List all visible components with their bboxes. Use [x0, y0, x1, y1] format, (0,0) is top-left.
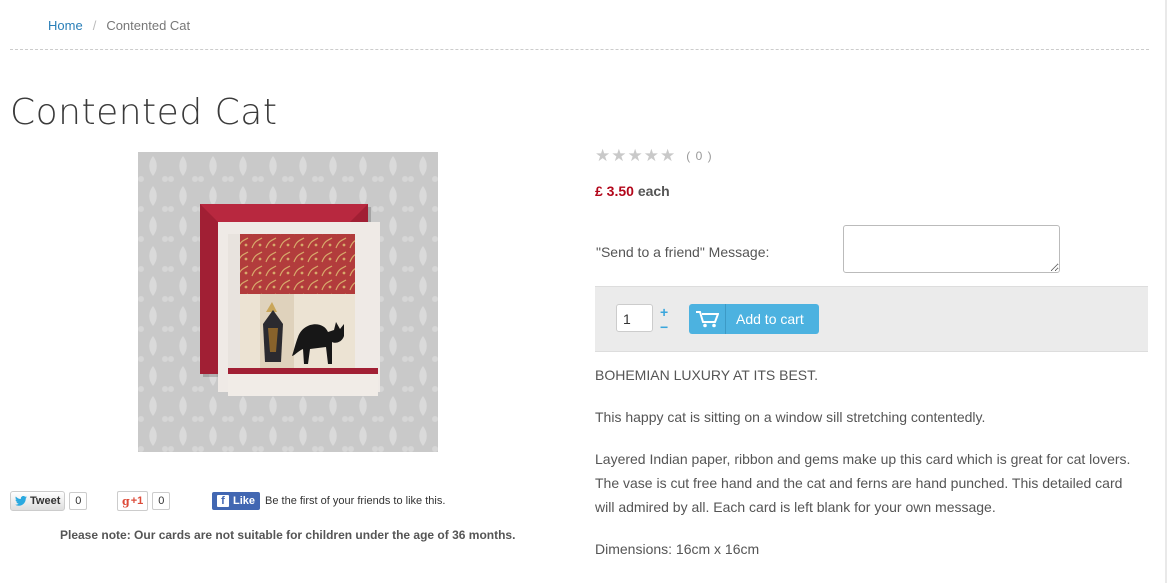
- star-icon[interactable]: ★: [644, 147, 659, 164]
- cart-icon: [689, 304, 726, 334]
- breadcrumb-separator: /: [92, 18, 97, 33]
- breadcrumb-current: Contented Cat: [106, 18, 191, 33]
- facebook-like-button[interactable]: f Like: [212, 492, 261, 510]
- gplus-button[interactable]: g +1: [117, 491, 149, 511]
- safety-note: Please note: Our cards are not suitable …: [60, 528, 516, 542]
- breadcrumb-home-link[interactable]: Home: [48, 18, 83, 33]
- gplus-icon: g: [122, 494, 130, 508]
- description-paragraph: Layered Indian paper, ribbon and gems ma…: [595, 451, 1131, 515]
- gplus-count: 0: [152, 492, 171, 510]
- facebook-like-label: Like: [233, 495, 256, 507]
- dimensions: Dimensions: 16cm x 16cm: [595, 541, 760, 557]
- star-icon[interactable]: ★: [611, 147, 626, 164]
- tweet-count: 0: [69, 492, 88, 510]
- rating[interactable]: ★ ★ ★ ★ ★ ( 0 ): [595, 147, 713, 164]
- add-to-cart-bar: 1 + − Add to cart: [595, 286, 1148, 352]
- tweet-label: Tweet: [30, 495, 61, 507]
- twitter-bird-icon: [15, 496, 27, 506]
- divider: [10, 49, 1149, 50]
- star-icon[interactable]: ★: [628, 147, 643, 164]
- facebook-icon: f: [217, 495, 229, 507]
- add-to-cart-button[interactable]: Add to cart: [689, 304, 819, 334]
- quantity-increase-button[interactable]: +: [660, 305, 668, 319]
- description-paragraph: This happy cat is sitting on a window si…: [595, 409, 986, 425]
- quantity-input[interactable]: 1: [616, 304, 653, 332]
- message-textarea[interactable]: [843, 225, 1060, 273]
- product-image[interactable]: [138, 152, 438, 452]
- facebook-widget: f Like Be the first of your friends to li…: [212, 491, 445, 511]
- star-icon[interactable]: ★: [595, 147, 610, 164]
- star-icon[interactable]: ★: [660, 147, 675, 164]
- gplus-label: +1: [130, 495, 144, 507]
- price-amount: £ 3.50: [595, 183, 634, 199]
- tweet-widget: Tweet 0: [10, 491, 88, 511]
- tweet-button[interactable]: Tweet: [10, 491, 66, 511]
- gplus-widget: g +1 0: [117, 491, 171, 511]
- quantity-decrease-button[interactable]: −: [660, 320, 668, 334]
- breadcrumb: Home / Contented Cat: [48, 18, 190, 33]
- price-unit: each: [637, 183, 670, 199]
- facebook-like-text: Be the first of your friends to like thi…: [265, 495, 446, 507]
- page-title: Contented Cat: [10, 92, 278, 133]
- price: £ 3.50 each: [595, 183, 670, 199]
- rating-count: ( 0 ): [686, 148, 713, 163]
- description-heading: BOHEMIAN LUXURY AT ITS BEST.: [595, 367, 819, 383]
- add-to-cart-label: Add to cart: [736, 311, 804, 327]
- message-label: "Send to a friend" Message:: [596, 244, 770, 260]
